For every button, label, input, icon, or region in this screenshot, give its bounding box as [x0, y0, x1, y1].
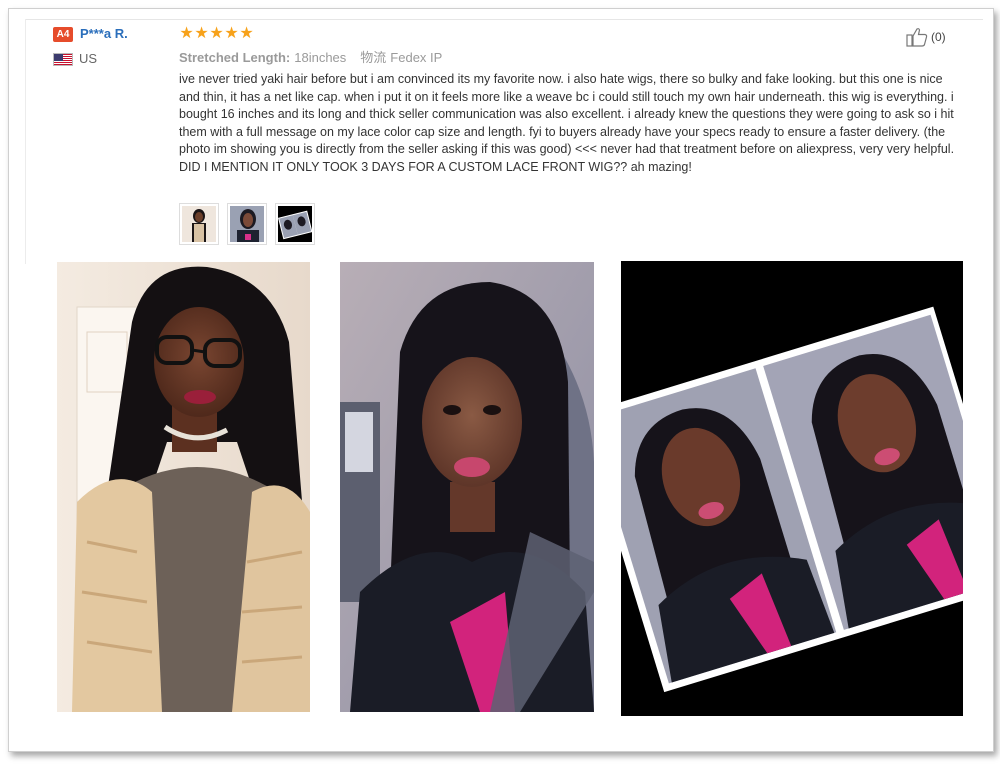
star-icon: ★: [224, 25, 239, 42]
helpful-count: (0): [931, 30, 946, 44]
review-divider: [25, 19, 983, 20]
review-frame: A4 P***a R. US ★★★★★ Stretched Length: 18…: [8, 8, 994, 752]
review-photo-collage[interactable]: [621, 261, 963, 716]
logistics-label: 物流: [360, 50, 387, 65]
star-icon: ★: [209, 25, 224, 42]
thumbnail-image: [182, 206, 216, 242]
buyer-level-badge: A4: [53, 27, 73, 42]
buyer-name[interactable]: P***a R.: [80, 26, 128, 41]
logistics-value: Fedex IP: [390, 50, 443, 65]
rating-stars: ★★★★★: [179, 23, 254, 43]
attr-value: 18inches: [294, 50, 347, 65]
review-left-divider: [25, 19, 26, 264]
review-thumbnail[interactable]: [275, 203, 315, 245]
review-thumbnail[interactable]: [179, 203, 219, 245]
review-photo-car-selfie[interactable]: [340, 262, 594, 712]
star-icon: ★: [194, 25, 209, 42]
thumbnail-image: [230, 206, 264, 242]
review-photo-glasses[interactable]: [57, 262, 310, 712]
product-attributes: Stretched Length: 18inches 物流 Fedex IP: [179, 47, 442, 66]
star-icon: ★: [239, 25, 254, 42]
star-icon: ★: [179, 25, 194, 42]
helpful-button[interactable]: (0): [906, 27, 946, 47]
thumbnail-image: [278, 206, 312, 242]
review-thumbnail[interactable]: [227, 203, 267, 245]
review-text: ive never tried yaki hair before but i a…: [179, 72, 955, 174]
attr-label: Stretched Length:: [179, 50, 291, 65]
us-flag-icon: [53, 53, 73, 66]
review-thumbnails: [179, 203, 315, 245]
buyer-country: US: [79, 51, 98, 66]
thumbs-up-icon: [906, 28, 928, 47]
